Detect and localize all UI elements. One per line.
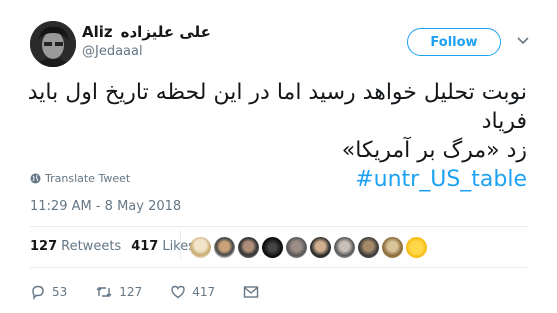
avatar-image [30,21,76,67]
tweet-text-line: نوبت تحلیل خواهد رسید اما در این لحظه تا… [27,80,527,134]
retweet-button[interactable]: 127 [95,284,142,300]
retweets-stat[interactable]: 127 Retweets [30,239,121,254]
liker-avatar[interactable] [334,237,355,258]
liker-avatar[interactable] [286,237,307,258]
liker-avatar[interactable] [358,237,379,258]
reply-count: 53 [52,285,68,299]
divider [180,230,181,260]
tweet-text-line: زد «مرگ بر آمریکا» [341,138,527,163]
retweets-label: Retweets [61,239,122,254]
display-name-persian: علی علیزاده [120,23,211,41]
envelope-icon [243,286,259,298]
retweet-icon [96,287,112,297]
liker-avatar[interactable] [406,237,427,258]
user-handle[interactable]: @Jedaaal [82,44,143,59]
liker-avatars [190,237,427,258]
avatar[interactable] [30,21,76,67]
reply-button[interactable]: 53 [30,284,67,300]
liker-avatar[interactable] [190,237,211,258]
follow-button[interactable]: Follow [407,28,501,56]
chevron-down-icon[interactable] [517,36,529,46]
liker-avatar[interactable] [214,237,235,258]
liker-avatar[interactable] [382,237,403,258]
likes-stat[interactable]: 417 Likes [131,239,195,254]
retweets-count: 127 [30,239,58,254]
reply-icon [32,285,44,300]
divider [30,226,527,227]
like-count: 417 [192,285,216,299]
tweet-stats: 127 Retweets 417 Likes [30,239,195,254]
liker-avatar[interactable] [310,237,331,258]
liker-avatar[interactable] [238,237,259,258]
globe-icon [30,173,41,184]
timestamp[interactable]: 11:29 AM - 8 May 2018 [30,199,181,214]
translate-label: Translate Tweet [45,172,131,185]
divider [30,267,527,268]
display-name-latin: Aliz [82,23,113,41]
display-name[interactable]: Aliz علی علیزاده [82,23,211,41]
direct-message-button[interactable] [243,285,259,299]
like-button[interactable]: 417 [170,284,215,300]
tweet-actions: 53 127 417 [30,284,287,300]
retweet-count: 127 [119,285,143,299]
liker-avatar[interactable] [262,237,283,258]
likes-count: 417 [131,239,159,254]
translate-tweet-link[interactable]: Translate Tweet [30,172,130,185]
heart-icon [171,285,185,299]
